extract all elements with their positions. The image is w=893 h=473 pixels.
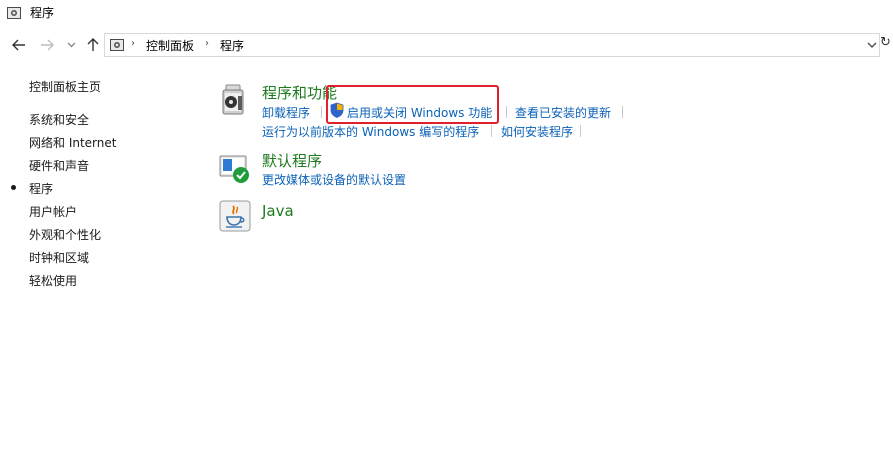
- sidebar-item-clock-region[interactable]: 时钟和区域: [29, 249, 89, 266]
- category-title-default-programs[interactable]: 默认程序: [262, 150, 322, 171]
- link-separator: [491, 125, 492, 137]
- link-uninstall-program[interactable]: 卸载程序: [262, 104, 310, 121]
- sidebar-item-hardware-sound[interactable]: 硬件和声音: [29, 157, 89, 174]
- link-separator: [506, 106, 507, 118]
- java-icon[interactable]: [219, 200, 251, 236]
- sidebar-item-appearance[interactable]: 外观和个性化: [29, 226, 101, 243]
- control-panel-icon: [109, 37, 125, 53]
- sidebar-item-ease-of-access[interactable]: 轻松使用: [29, 272, 77, 289]
- sidebar-item-programs[interactable]: 程序: [29, 180, 53, 197]
- highlight-box: [326, 85, 499, 124]
- chevron-down-icon[interactable]: [64, 35, 78, 55]
- chevron-down-icon[interactable]: [867, 37, 877, 56]
- chevron-right-icon[interactable]: ›: [205, 38, 209, 49]
- breadcrumb-control-panel[interactable]: 控制面板: [146, 37, 194, 54]
- sidebar-item-network-internet[interactable]: 网络和 Internet: [29, 134, 116, 151]
- category-title-java[interactable]: Java: [262, 202, 294, 220]
- link-view-installed-updates[interactable]: 查看已安装的更新: [515, 104, 611, 121]
- breadcrumb-programs[interactable]: 程序: [220, 37, 244, 54]
- link-run-older-programs[interactable]: 运行为以前版本的 Windows 编写的程序: [262, 123, 479, 140]
- arrow-up-icon[interactable]: [84, 35, 102, 55]
- link-separator: [622, 106, 623, 118]
- title-bar: 程序: [0, 0, 893, 26]
- default-programs-icon[interactable]: [219, 154, 251, 188]
- window-title: 程序: [30, 6, 55, 20]
- control-panel-icon: [6, 5, 22, 21]
- address-bar[interactable]: › 控制面板 › 程序: [104, 33, 880, 57]
- programs-features-icon[interactable]: [220, 84, 246, 120]
- active-indicator: [11, 185, 16, 190]
- arrow-right-icon[interactable]: [38, 35, 56, 55]
- link-separator: [580, 125, 581, 137]
- navigation-bar: › 控制面板 › 程序 ↻: [0, 31, 893, 59]
- sidebar-item-system-security[interactable]: 系统和安全: [29, 111, 89, 128]
- link-how-to-install[interactable]: 如何安装程序: [501, 123, 573, 140]
- link-separator: [321, 106, 322, 118]
- sidebar-item-control-panel-home[interactable]: 控制面板主页: [29, 78, 101, 95]
- link-change-default-settings[interactable]: 更改媒体或设备的默认设置: [262, 171, 406, 188]
- sidebar-item-user-accounts[interactable]: 用户帐户: [29, 203, 77, 220]
- chevron-right-icon[interactable]: ›: [131, 38, 135, 49]
- refresh-icon[interactable]: ↻: [880, 35, 891, 50]
- arrow-left-icon[interactable]: [10, 35, 28, 55]
